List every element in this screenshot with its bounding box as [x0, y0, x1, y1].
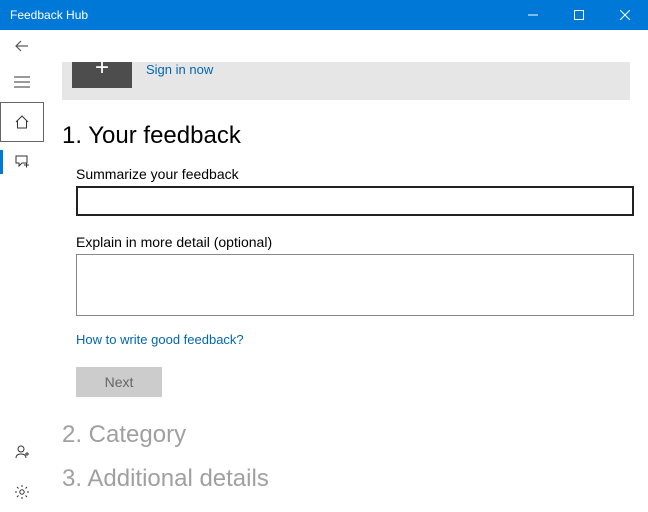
hamburger-icon — [14, 76, 30, 88]
feedback-icon — [14, 154, 30, 170]
main-content: + Sign in now 1. Your feedback Summarize… — [44, 62, 648, 512]
home-icon — [14, 114, 30, 130]
sidebar-item-feedback[interactable] — [0, 142, 44, 182]
back-button[interactable] — [0, 30, 44, 62]
step1-title: 1. Your feedback — [62, 122, 630, 150]
step2-title: 2. Category — [62, 421, 630, 449]
signin-banner: + Sign in now — [62, 62, 630, 100]
hamburger-button[interactable] — [0, 62, 44, 102]
help-link[interactable]: How to write good feedback? — [76, 332, 630, 347]
summary-label: Summarize your feedback — [76, 166, 630, 182]
detail-label: Explain in more detail (optional) — [76, 234, 630, 250]
maximize-button[interactable] — [556, 0, 602, 30]
sidebar-item-home[interactable] — [0, 102, 44, 142]
detail-textarea[interactable] — [76, 254, 634, 316]
step3-title: 3. Additional details — [62, 465, 630, 493]
minimize-button[interactable] — [510, 0, 556, 30]
sidebar — [0, 62, 44, 512]
next-button[interactable]: Next — [76, 367, 162, 397]
topbar — [0, 30, 648, 62]
sidebar-item-settings[interactable] — [0, 472, 44, 512]
maximize-icon — [574, 10, 584, 20]
window-controls — [510, 0, 648, 30]
avatar-placeholder[interactable]: + — [72, 62, 132, 88]
minimize-icon — [528, 10, 538, 20]
sidebar-item-profile[interactable] — [0, 432, 44, 472]
gear-icon — [14, 484, 30, 500]
back-arrow-icon — [13, 37, 31, 55]
window-title: Feedback Hub — [10, 8, 88, 22]
plus-icon: + — [95, 62, 109, 82]
titlebar: Feedback Hub — [0, 0, 648, 30]
close-button[interactable] — [602, 0, 648, 30]
signin-link[interactable]: Sign in now — [146, 62, 213, 77]
summary-input[interactable] — [76, 186, 634, 216]
person-icon — [14, 444, 30, 460]
close-icon — [620, 10, 630, 20]
